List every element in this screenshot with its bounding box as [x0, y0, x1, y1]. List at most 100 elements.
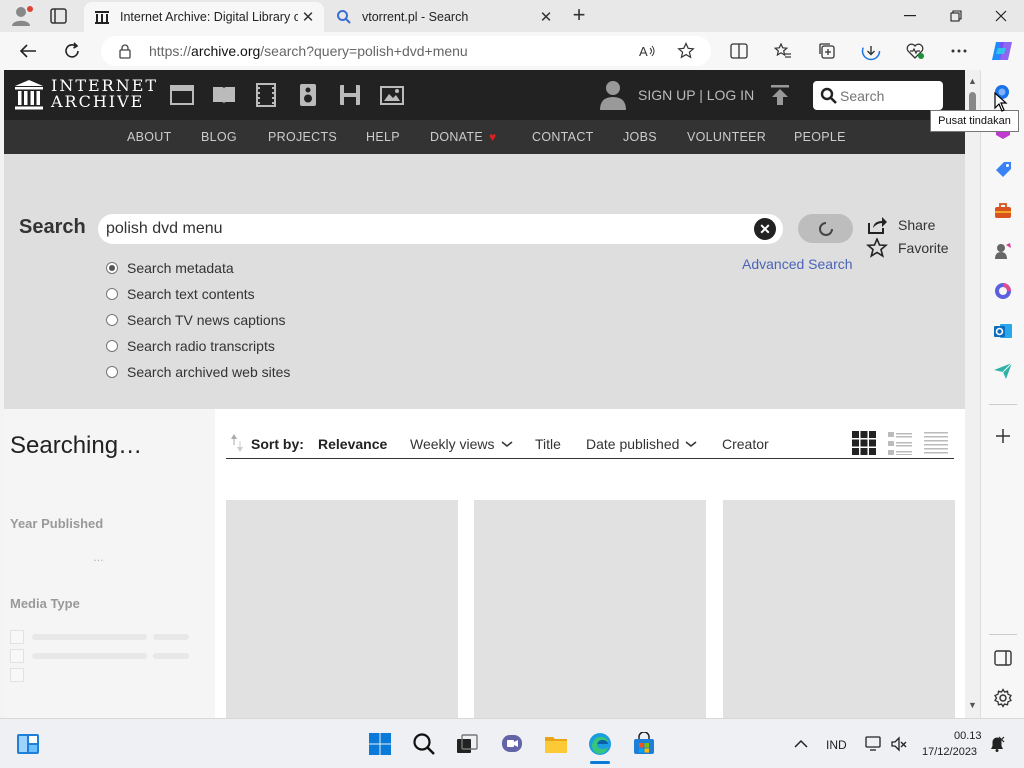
nav-people[interactable]: PEOPLE [794, 130, 846, 144]
internet-archive-logo-icon[interactable] [14, 79, 44, 111]
url-text[interactable]: https://archive.org/search?query=polish+… [149, 43, 468, 59]
close-window-icon[interactable] [978, 0, 1024, 32]
radio-search-tv[interactable]: Search TV news captions [106, 307, 290, 333]
sort-creator[interactable]: Creator [722, 436, 769, 452]
radio-search-web[interactable]: Search archived web sites [106, 359, 290, 385]
radio-button[interactable] [106, 366, 118, 378]
sort-date-published[interactable]: Date published [586, 436, 697, 452]
header-search-input[interactable] [840, 85, 938, 106]
network-icon[interactable] [865, 735, 883, 753]
widgets-icon[interactable] [16, 732, 40, 756]
compact-list-view-icon[interactable] [924, 431, 948, 455]
tile-view-icon[interactable] [852, 431, 876, 455]
facet-media-type[interactable]: Media Type [10, 596, 80, 611]
radio-search-metadata[interactable]: Search metadata [106, 255, 290, 281]
favorite-star-icon[interactable] [677, 42, 695, 60]
volume-muted-icon[interactable] [890, 735, 908, 753]
restore-icon[interactable] [933, 0, 979, 32]
more-menu-icon[interactable] [949, 41, 969, 61]
downloads-icon[interactable] [861, 41, 881, 61]
clock-time[interactable]: 00.13 [954, 730, 982, 742]
settings-gear-icon[interactable] [993, 688, 1013, 708]
teams-chat-icon[interactable] [500, 732, 524, 756]
notifications-icon[interactable] [988, 735, 1006, 753]
games-icon[interactable] [993, 241, 1013, 261]
nav-projects[interactable]: PROJECTS [268, 130, 337, 144]
images-icon[interactable] [379, 82, 405, 108]
refresh-icon[interactable] [60, 39, 84, 63]
scroll-up-icon[interactable]: ▲ [967, 76, 978, 86]
radio-button[interactable] [106, 288, 118, 300]
nav-help[interactable]: HELP [366, 130, 400, 144]
hide-sidebar-icon[interactable] [993, 648, 1013, 668]
main-search-field[interactable]: ✕ [98, 214, 783, 244]
nav-contact[interactable]: CONTACT [532, 130, 594, 144]
microsoft-store-icon[interactable] [632, 732, 656, 756]
file-explorer-icon[interactable] [544, 732, 568, 756]
browser-essentials-icon[interactable] [905, 41, 925, 61]
nav-jobs[interactable]: JOBS [623, 130, 657, 144]
copilot-icon[interactable] [990, 39, 1014, 63]
software-icon[interactable] [337, 82, 363, 108]
collections-icon[interactable] [817, 41, 837, 61]
signup-login-link[interactable]: SIGN UP | LOG IN [638, 87, 754, 103]
microsoft-365-icon[interactable] [993, 281, 1013, 301]
advanced-search-link[interactable]: Advanced Search [742, 256, 853, 272]
tools-icon[interactable] [993, 201, 1013, 221]
sort-title[interactable]: Title [535, 436, 561, 452]
radio-button[interactable] [106, 314, 118, 326]
lock-icon[interactable] [117, 43, 133, 59]
facet-year-published[interactable]: Year Published [10, 516, 103, 531]
radio-search-radio[interactable]: Search radio transcripts [106, 333, 290, 359]
user-icon[interactable] [598, 79, 628, 111]
shopping-icon[interactable] [993, 161, 1013, 181]
tab-close-icon[interactable]: ✕ [536, 7, 556, 27]
tab-internet-archive[interactable]: Internet Archive: Digital Library o ✕ [84, 2, 324, 32]
favorites-icon[interactable] [773, 41, 793, 61]
new-tab-icon[interactable]: + [568, 4, 590, 27]
address-bar[interactable]: https://archive.org/search?query=polish+… [101, 36, 711, 66]
page-scrollbar[interactable]: ▲ ▼ [965, 70, 980, 718]
read-aloud-icon[interactable]: A [638, 42, 656, 60]
search-icon[interactable] [820, 87, 838, 105]
web-icon[interactable] [169, 82, 195, 108]
tab-vtorrent[interactable]: vtorrent.pl - Search ✕ [326, 2, 562, 32]
task-view-icon[interactable] [455, 732, 479, 756]
nav-blog[interactable]: BLOG [201, 130, 237, 144]
profile-icon[interactable] [10, 5, 34, 27]
tray-chevron-up-icon[interactable] [794, 739, 808, 749]
tab-actions-icon[interactable] [48, 6, 70, 26]
nav-about[interactable]: ABOUT [127, 130, 172, 144]
taskbar-search-icon[interactable] [412, 732, 436, 756]
clear-search-button[interactable]: ✕ [754, 218, 776, 240]
share-button[interactable]: Share [866, 215, 935, 235]
send-icon[interactable] [993, 361, 1013, 381]
split-screen-icon[interactable] [729, 41, 749, 61]
start-icon[interactable] [368, 732, 392, 756]
nav-donate[interactable]: DONATE ♥ [430, 130, 496, 144]
video-icon[interactable] [253, 82, 279, 108]
add-sidebar-app-icon[interactable] [993, 426, 1013, 446]
audio-icon[interactable] [295, 82, 321, 108]
search-go-button[interactable] [798, 214, 853, 243]
upload-icon[interactable] [768, 83, 792, 107]
sort-weekly-views[interactable]: Weekly views [410, 436, 513, 452]
minimize-icon[interactable] [887, 0, 933, 32]
sort-relevance[interactable]: Relevance [318, 436, 387, 452]
texts-icon[interactable] [211, 82, 237, 108]
radio-button[interactable] [106, 262, 118, 274]
header-search-box[interactable] [813, 81, 943, 110]
internet-archive-wordmark[interactable]: INTERNET ARCHIVE [51, 78, 158, 110]
radio-button[interactable] [106, 340, 118, 352]
main-search-input[interactable] [106, 217, 746, 241]
outlook-icon[interactable] [993, 321, 1013, 341]
favorite-button[interactable]: Favorite [866, 238, 949, 258]
scroll-down-icon[interactable]: ▼ [967, 700, 978, 710]
tab-close-icon[interactable]: ✕ [298, 7, 318, 27]
edge-browser-icon[interactable] [588, 732, 612, 756]
nav-volunteer[interactable]: VOLUNTEER [687, 130, 766, 144]
back-icon[interactable] [16, 39, 40, 63]
language-indicator[interactable]: IND [826, 738, 847, 752]
clock-date[interactable]: 17/12/2023 [922, 746, 977, 758]
list-detail-view-icon[interactable] [888, 431, 912, 455]
